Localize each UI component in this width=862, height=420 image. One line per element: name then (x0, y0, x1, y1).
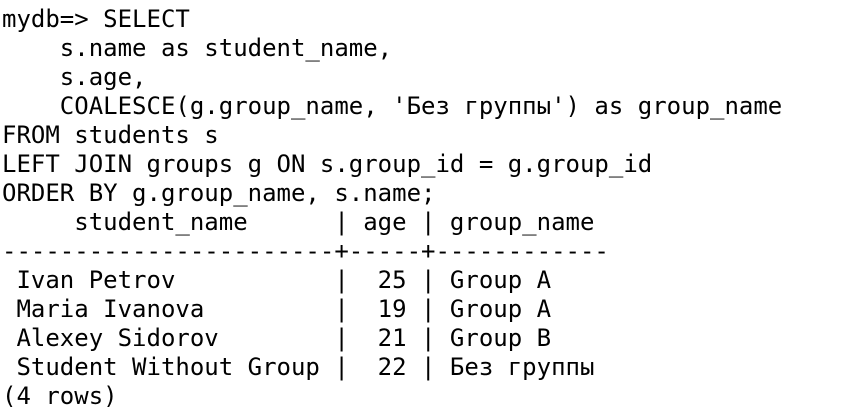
row-count: (4 rows) (2, 382, 118, 410)
psql-prompt-line: mydb=> SELECT (2, 5, 190, 33)
query-line: COALESCE(g.group_name, 'Без группы') as … (2, 92, 783, 120)
result-row: Maria Ivanova | 19 | Group A (2, 295, 552, 323)
query-line: ORDER BY g.group_name, s.name; (2, 179, 436, 207)
result-row: Alexey Sidorov | 21 | Group B (2, 324, 552, 352)
result-header: student_name | age | group_name (2, 208, 595, 236)
result-separator: -----------------------+-----+----------… (2, 237, 609, 265)
query-line: s.name as student_name, (2, 34, 393, 62)
query-line: s.age, (2, 63, 147, 91)
terminal-window[interactable]: mydb=> SELECT s.name as student_name, s.… (0, 0, 862, 420)
result-row: Ivan Petrov | 25 | Group A (2, 266, 552, 294)
query-line: LEFT JOIN groups g ON s.group_id = g.gro… (2, 150, 653, 178)
query-line: FROM students s (2, 121, 219, 149)
result-row: Student Without Group | 22 | Без группы (2, 353, 595, 381)
